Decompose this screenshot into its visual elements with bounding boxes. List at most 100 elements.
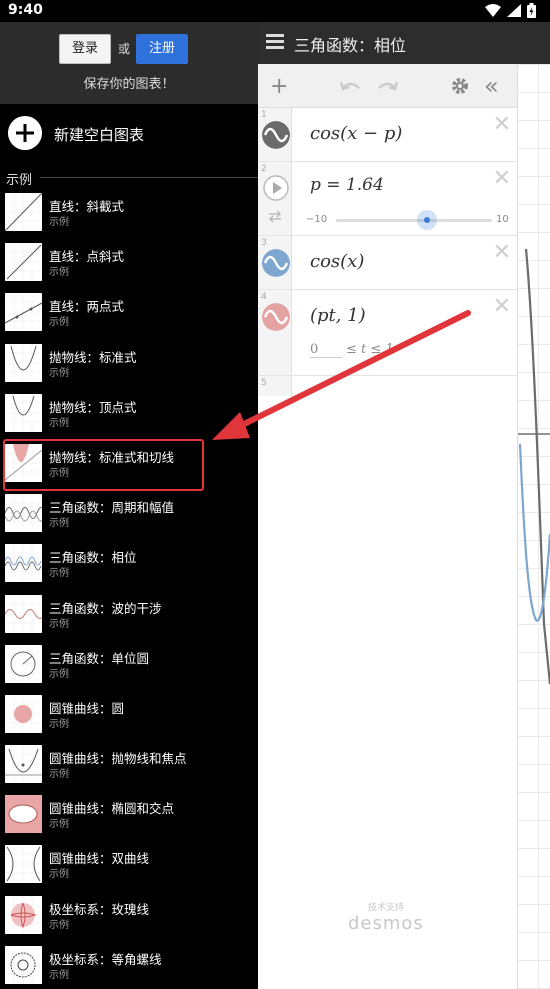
add-expression-button[interactable]: + — [270, 74, 288, 99]
delete-expression-icon[interactable]: ✕ — [493, 294, 511, 319]
slider-handle[interactable] — [416, 210, 437, 230]
login-button[interactable]: 登录 — [59, 34, 111, 64]
example-thumbnail — [5, 544, 42, 583]
example-subtitle: 示例 — [49, 819, 69, 831]
signup-button[interactable]: 注册 — [136, 34, 188, 64]
range-min-input[interactable]: 0 — [310, 342, 342, 358]
wave-color-icon[interactable] — [262, 249, 290, 277]
menu-icon[interactable] — [266, 34, 284, 50]
example-item[interactable]: 圆锥曲线：圆 示例 — [0, 693, 258, 743]
wave-color-icon[interactable] — [262, 303, 290, 331]
example-thumbnail — [5, 845, 42, 884]
expression-number: 1 — [261, 110, 267, 120]
examples-section-label: 示例 — [6, 173, 33, 188]
navigation-drawer: 登录 或 注册 保存你的图表！ 新建空白图表 示例 直线：斜截式 示例 直线：点斜式… — [0, 22, 258, 989]
graph-title: 三角函数：相位 — [294, 36, 407, 55]
expression-row-3[interactable]: 3 cos(x) ✕ — [258, 236, 517, 290]
example-thumbnail — [5, 393, 42, 432]
new-blank-graph-button[interactable]: 新建空白图表 — [0, 110, 258, 156]
expression-list: + « 1 cos(x − p) ✕ 2 p = 1.64 −10 10 ✕ 3… — [258, 64, 518, 989]
example-subtitle: 示例 — [49, 668, 69, 680]
example-item[interactable]: 极坐标系：等角螺线 示例 — [0, 944, 258, 989]
example-item[interactable]: 极坐标系：玫瑰线 示例 — [0, 894, 258, 944]
delete-expression-icon[interactable]: ✕ — [493, 240, 511, 265]
example-subtitle: 示例 — [49, 267, 69, 279]
expression-row-5[interactable]: 5 — [258, 376, 517, 936]
example-item[interactable]: 三角函数：周期和幅值 示例 — [0, 492, 258, 542]
example-item[interactable]: 圆锥曲线：椭圆和交点 示例 — [0, 793, 258, 843]
expression-row-1[interactable]: 1 cos(x − p) ✕ — [258, 108, 517, 162]
example-thumbnail — [5, 745, 42, 784]
example-item[interactable]: 三角函数：波的干涉 示例 — [0, 593, 258, 643]
example-thumbnail — [5, 795, 42, 834]
example-item[interactable]: 直线：两点式 示例 — [0, 291, 258, 341]
section-divider — [40, 177, 258, 178]
delete-expression-icon[interactable]: ✕ — [493, 166, 511, 191]
play-icon[interactable] — [262, 174, 290, 202]
status-time: 9:40 — [8, 2, 43, 18]
example-item[interactable]: 直线：点斜式 示例 — [0, 241, 258, 291]
redo-icon[interactable] — [376, 78, 398, 94]
example-subtitle: 示例 — [49, 518, 69, 530]
expression-number: 4 — [261, 292, 267, 302]
plus-icon — [8, 116, 42, 150]
wave-color-icon[interactable] — [262, 121, 290, 149]
wifi-icon — [485, 4, 501, 17]
example-subtitle: 示例 — [49, 367, 69, 379]
example-thumbnail — [5, 343, 42, 382]
expression-text[interactable]: cos(x) — [310, 251, 364, 272]
graph-app: 三角函数：相位 + « 1 cos(x − p) ✕ 2 p = 1.64 −1… — [258, 22, 550, 989]
example-thumbnail — [5, 644, 42, 683]
example-subtitle: 示例 — [49, 618, 69, 630]
expression-text[interactable]: (pt, 1) — [310, 305, 366, 326]
slider-min[interactable]: −10 — [306, 214, 327, 225]
signal-icon — [507, 4, 521, 17]
new-blank-graph-label: 新建空白图表 — [54, 126, 145, 144]
example-thumbnail — [5, 293, 42, 332]
example-subtitle: 示例 — [49, 718, 69, 730]
app-header: 三角函数：相位 — [258, 22, 550, 64]
example-item[interactable]: 三角函数：单位圆 示例 — [0, 643, 258, 693]
expression-text[interactable]: cos(x − p) — [310, 123, 402, 144]
example-item[interactable]: 圆锥曲线：双曲线 示例 — [0, 843, 258, 893]
example-subtitle: 示例 — [49, 568, 69, 580]
example-subtitle: 示例 — [49, 969, 69, 981]
slider-expression-text[interactable]: p = 1.64 — [310, 175, 384, 195]
example-thumbnail — [5, 193, 42, 231]
example-item[interactable]: 圆锥曲线：抛物线和焦点示例 — [0, 743, 258, 793]
expression-row-2[interactable]: 2 p = 1.64 −10 10 ✕ — [258, 162, 517, 236]
example-subtitle: 示例 — [49, 919, 69, 931]
expression-number: 3 — [261, 238, 267, 248]
example-subtitle: 示例 — [49, 417, 69, 429]
example-item[interactable]: 抛物线：顶点式 示例 — [0, 392, 258, 442]
range-text[interactable]: ≤ t ≤ 1 — [346, 342, 394, 357]
example-item[interactable]: 抛物线：标准式 示例 — [0, 342, 258, 392]
save-prompt: 保存你的图表！ — [83, 77, 175, 92]
example-subtitle: 示例 — [49, 217, 69, 228]
slider-max[interactable]: 10 — [496, 214, 509, 225]
expression-number: 5 — [261, 378, 267, 388]
example-title: 圆锥曲线：抛物线和焦点 — [49, 751, 187, 767]
loop-icon[interactable] — [267, 209, 283, 223]
example-thumbnail — [5, 594, 42, 633]
example-thumbnail — [5, 945, 42, 984]
example-thumbnail — [5, 895, 42, 934]
status-icons — [485, 3, 536, 18]
expression-toolbar: + « — [258, 64, 517, 108]
drawer-header: 登录 或 注册 保存你的图表！ — [0, 22, 258, 104]
expression-number: 2 — [261, 164, 267, 174]
highlight-annotation-box — [3, 439, 204, 491]
example-subtitle: 示例 — [49, 769, 69, 781]
example-item[interactable]: 三角函数：相位 示例 — [0, 542, 258, 592]
expression-row-4[interactable]: 4 (pt, 1) 0 ≤ t ≤ 1 ✕ — [258, 290, 517, 376]
status-bar: 9:40 — [0, 0, 550, 22]
example-item[interactable]: 直线：斜截式 示例 — [0, 191, 258, 241]
desmos-logo: 技术支持 desmos — [348, 903, 424, 934]
curve-cos-x — [518, 443, 550, 622]
gear-icon[interactable] — [450, 76, 470, 96]
example-thumbnail — [5, 494, 42, 533]
slider-track[interactable] — [336, 219, 492, 222]
undo-icon[interactable] — [340, 78, 362, 94]
collapse-list-icon[interactable]: « — [484, 72, 499, 100]
delete-expression-icon[interactable]: ✕ — [493, 112, 511, 137]
